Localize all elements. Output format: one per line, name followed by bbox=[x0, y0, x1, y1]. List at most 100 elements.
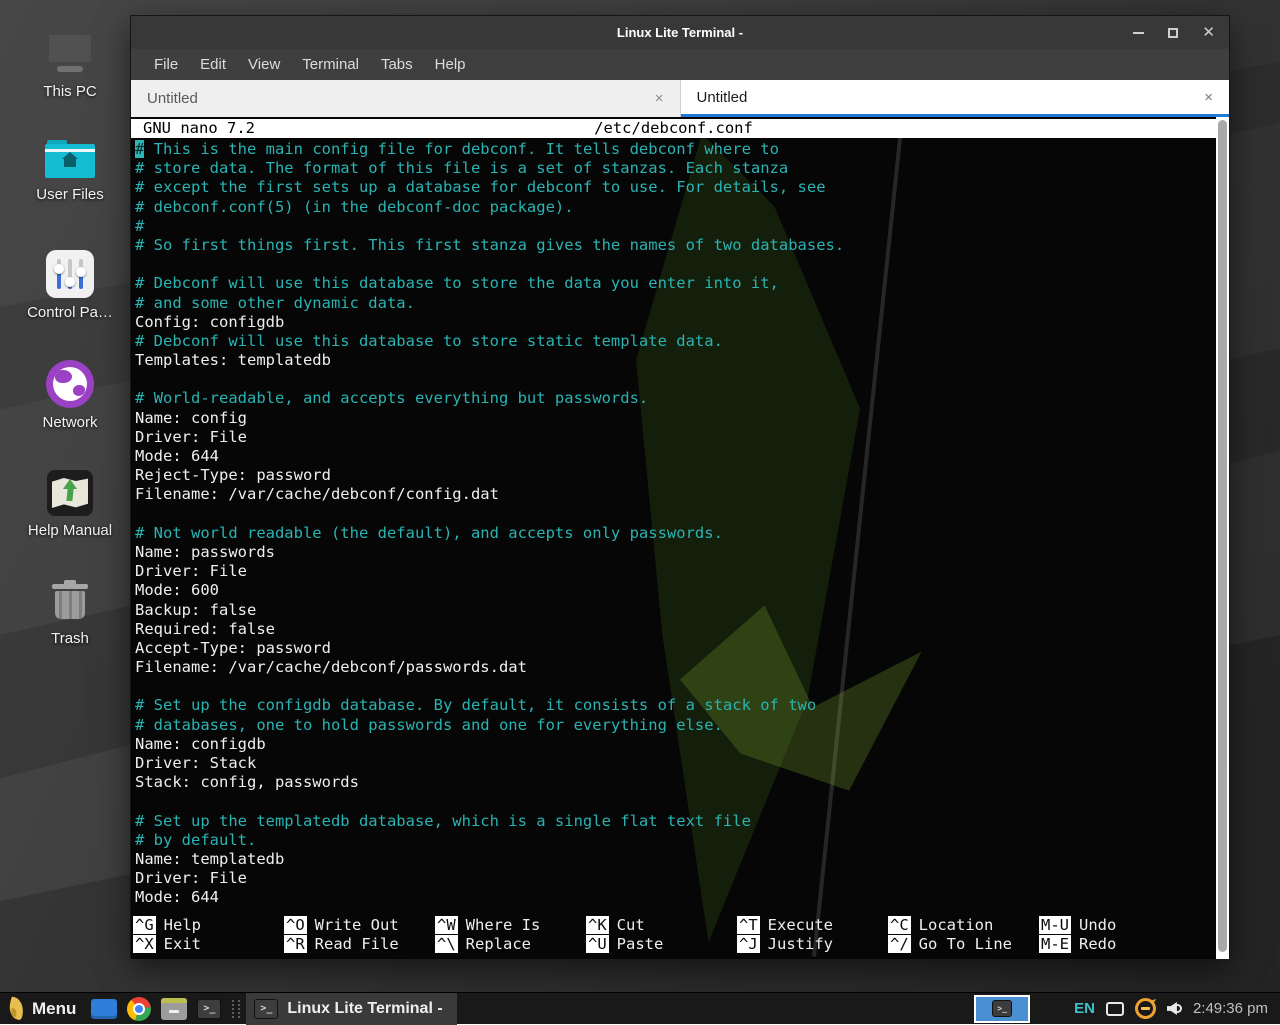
close-icon[interactable]: ✕ bbox=[1202, 25, 1215, 40]
terminal-line: Templates: templatedb bbox=[135, 351, 1213, 370]
terminal-line: # bbox=[135, 217, 1213, 236]
terminal-line: Filename: /var/cache/debconf/config.dat bbox=[135, 485, 1213, 504]
terminal-line: # except the first sets up a database fo… bbox=[135, 178, 1213, 197]
terminal-line: # Debconf will use this database to stor… bbox=[135, 274, 1213, 293]
desktop-icon-user-files[interactable]: User Files bbox=[14, 140, 126, 203]
menu-button[interactable]: Menu bbox=[32, 999, 76, 1019]
menu-edit[interactable]: Edit bbox=[189, 56, 237, 73]
clock[interactable]: 2:49:36 pm bbox=[1193, 1000, 1268, 1017]
terminal-launcher-icon[interactable]: >_ bbox=[197, 999, 221, 1019]
terminal-line: Accept-Type: password bbox=[135, 639, 1213, 658]
desktop-icon-this-pc[interactable]: This PC bbox=[14, 33, 126, 100]
maximize-icon[interactable] bbox=[1168, 28, 1178, 38]
trash-icon bbox=[48, 580, 92, 624]
tab-bar: Untitled × Untitled × bbox=[131, 80, 1229, 117]
desktop-icon-trash[interactable]: Trash bbox=[14, 580, 126, 647]
terminal-line: Driver: Stack bbox=[135, 754, 1213, 773]
screen-tray-icon[interactable] bbox=[1106, 1002, 1124, 1016]
terminal-line bbox=[135, 370, 1213, 389]
terminal-line: # databases, one to hold passwords and o… bbox=[135, 716, 1213, 735]
tab-close-icon[interactable]: × bbox=[1204, 89, 1213, 106]
nano-shortcut: ^CLocation bbox=[888, 916, 1039, 935]
terminal-line: Backup: false bbox=[135, 601, 1213, 620]
terminal-scrollbar[interactable] bbox=[1216, 117, 1229, 959]
terminal-icon: >_ bbox=[254, 999, 278, 1019]
nano-filename: /etc/debconf.conf bbox=[131, 119, 1216, 138]
terminal-line: Driver: File bbox=[135, 869, 1213, 888]
terminal-line: # So first things first. This first stan… bbox=[135, 236, 1213, 255]
globe-icon bbox=[46, 360, 94, 408]
updates-tray-icon[interactable] bbox=[1135, 998, 1156, 1019]
minimize-icon[interactable] bbox=[1133, 32, 1144, 34]
taskbar: Menu >_ >_ Linux Lite Terminal - >_ EN 2… bbox=[0, 992, 1280, 1024]
terminal-line: # This is the main config file for debco… bbox=[135, 140, 1213, 159]
desktop-icon-help-manual[interactable]: Help Manual bbox=[14, 470, 126, 539]
tab-close-icon[interactable]: × bbox=[655, 90, 664, 107]
text-cursor: # bbox=[135, 140, 144, 158]
menu-help[interactable]: Help bbox=[424, 56, 477, 73]
terminal-line bbox=[135, 677, 1213, 696]
desktop-icon-control-panel[interactable]: Control Pa… bbox=[14, 250, 126, 321]
system-tray: EN 2:49:36 pm bbox=[1074, 998, 1272, 1019]
task-button-terminal[interactable]: >_ Linux Lite Terminal - bbox=[246, 993, 456, 1025]
this-pc-icon bbox=[44, 33, 96, 77]
terminal-line: # Not world readable (the default), and … bbox=[135, 524, 1213, 543]
terminal-line: # debconf.conf(5) (in the debconf-doc pa… bbox=[135, 198, 1213, 217]
taskbar-separator bbox=[232, 1000, 240, 1018]
terminal-line: Filename: /var/cache/debconf/passwords.d… bbox=[135, 658, 1213, 677]
nano-shortcut: ^/Go To Line bbox=[888, 935, 1039, 954]
workspace-switcher[interactable]: >_ bbox=[974, 995, 1030, 1023]
menu-file[interactable]: File bbox=[143, 56, 189, 73]
show-desktop-icon[interactable] bbox=[91, 999, 117, 1019]
nano-shortcut: ^XExit bbox=[133, 935, 284, 954]
chrome-icon[interactable] bbox=[127, 997, 151, 1021]
terminal-line: # Set up the configdb database. By defau… bbox=[135, 696, 1213, 715]
terminal-view[interactable]: GNU nano 7.2 /etc/debconf.conf # This is… bbox=[131, 117, 1229, 959]
nano-shortcut: ^WWhere Is bbox=[435, 916, 586, 935]
workspace-window-icon: >_ bbox=[992, 1000, 1012, 1017]
nano-shortcut: ^JJustify bbox=[737, 935, 888, 954]
menu-terminal[interactable]: Terminal bbox=[291, 56, 370, 73]
terminal-line bbox=[135, 792, 1213, 811]
tab-untitled-2[interactable]: Untitled × bbox=[681, 80, 1230, 117]
window-titlebar[interactable]: Linux Lite Terminal - ✕ bbox=[131, 16, 1229, 49]
volume-icon[interactable] bbox=[1167, 1002, 1182, 1015]
sliders-icon bbox=[46, 250, 94, 298]
terminal-line: Driver: File bbox=[135, 428, 1213, 447]
terminal-line: Driver: File bbox=[135, 562, 1213, 581]
nano-shortcut: M-ERedo bbox=[1039, 935, 1190, 954]
terminal-window: Linux Lite Terminal - ✕ FileEditViewTerm… bbox=[130, 15, 1230, 958]
linux-lite-logo-icon[interactable] bbox=[7, 996, 27, 1020]
menu-view[interactable]: View bbox=[237, 56, 291, 73]
menu-bar: FileEditViewTerminalTabsHelp bbox=[131, 49, 1229, 80]
desktop: This PC User Files Control Pa… Network H… bbox=[0, 0, 1280, 1024]
desktop-icon-label: Network bbox=[14, 414, 126, 431]
terminal-line bbox=[135, 505, 1213, 524]
tab-untitled-1[interactable]: Untitled × bbox=[131, 80, 681, 117]
terminal-line: Name: configdb bbox=[135, 735, 1213, 754]
desktop-icon-network[interactable]: Network bbox=[14, 360, 126, 431]
terminal-line: Mode: 644 bbox=[135, 447, 1213, 466]
nano-shortcut: M-UUndo bbox=[1039, 916, 1190, 935]
desktop-icon-label: This PC bbox=[14, 83, 126, 100]
terminal-line: # store data. The format of this file is… bbox=[135, 159, 1213, 178]
scrollbar-thumb[interactable] bbox=[1218, 120, 1227, 952]
keyboard-layout-indicator[interactable]: EN bbox=[1074, 1000, 1095, 1017]
terminal-line: Reject-Type: password bbox=[135, 466, 1213, 485]
tab-label: Untitled bbox=[697, 89, 748, 106]
nano-shortcut: ^KCut bbox=[586, 916, 737, 935]
file-manager-icon[interactable] bbox=[161, 998, 187, 1020]
terminal-line: Mode: 644 bbox=[135, 888, 1213, 907]
nano-buffer: # This is the main config file for debco… bbox=[135, 140, 1213, 908]
menu-tabs[interactable]: Tabs bbox=[370, 56, 424, 73]
tab-label: Untitled bbox=[147, 90, 198, 107]
desktop-icon-label: Trash bbox=[14, 630, 126, 647]
terminal-line: Required: false bbox=[135, 620, 1213, 639]
terminal-line: # and some other dynamic data. bbox=[135, 294, 1213, 313]
terminal-line: Config: configdb bbox=[135, 313, 1213, 332]
terminal-line: Name: config bbox=[135, 409, 1213, 428]
home-folder-icon bbox=[45, 140, 95, 180]
terminal-line: Name: passwords bbox=[135, 543, 1213, 562]
window-title: Linux Lite Terminal - bbox=[617, 25, 743, 40]
terminal-line: Name: templatedb bbox=[135, 850, 1213, 869]
